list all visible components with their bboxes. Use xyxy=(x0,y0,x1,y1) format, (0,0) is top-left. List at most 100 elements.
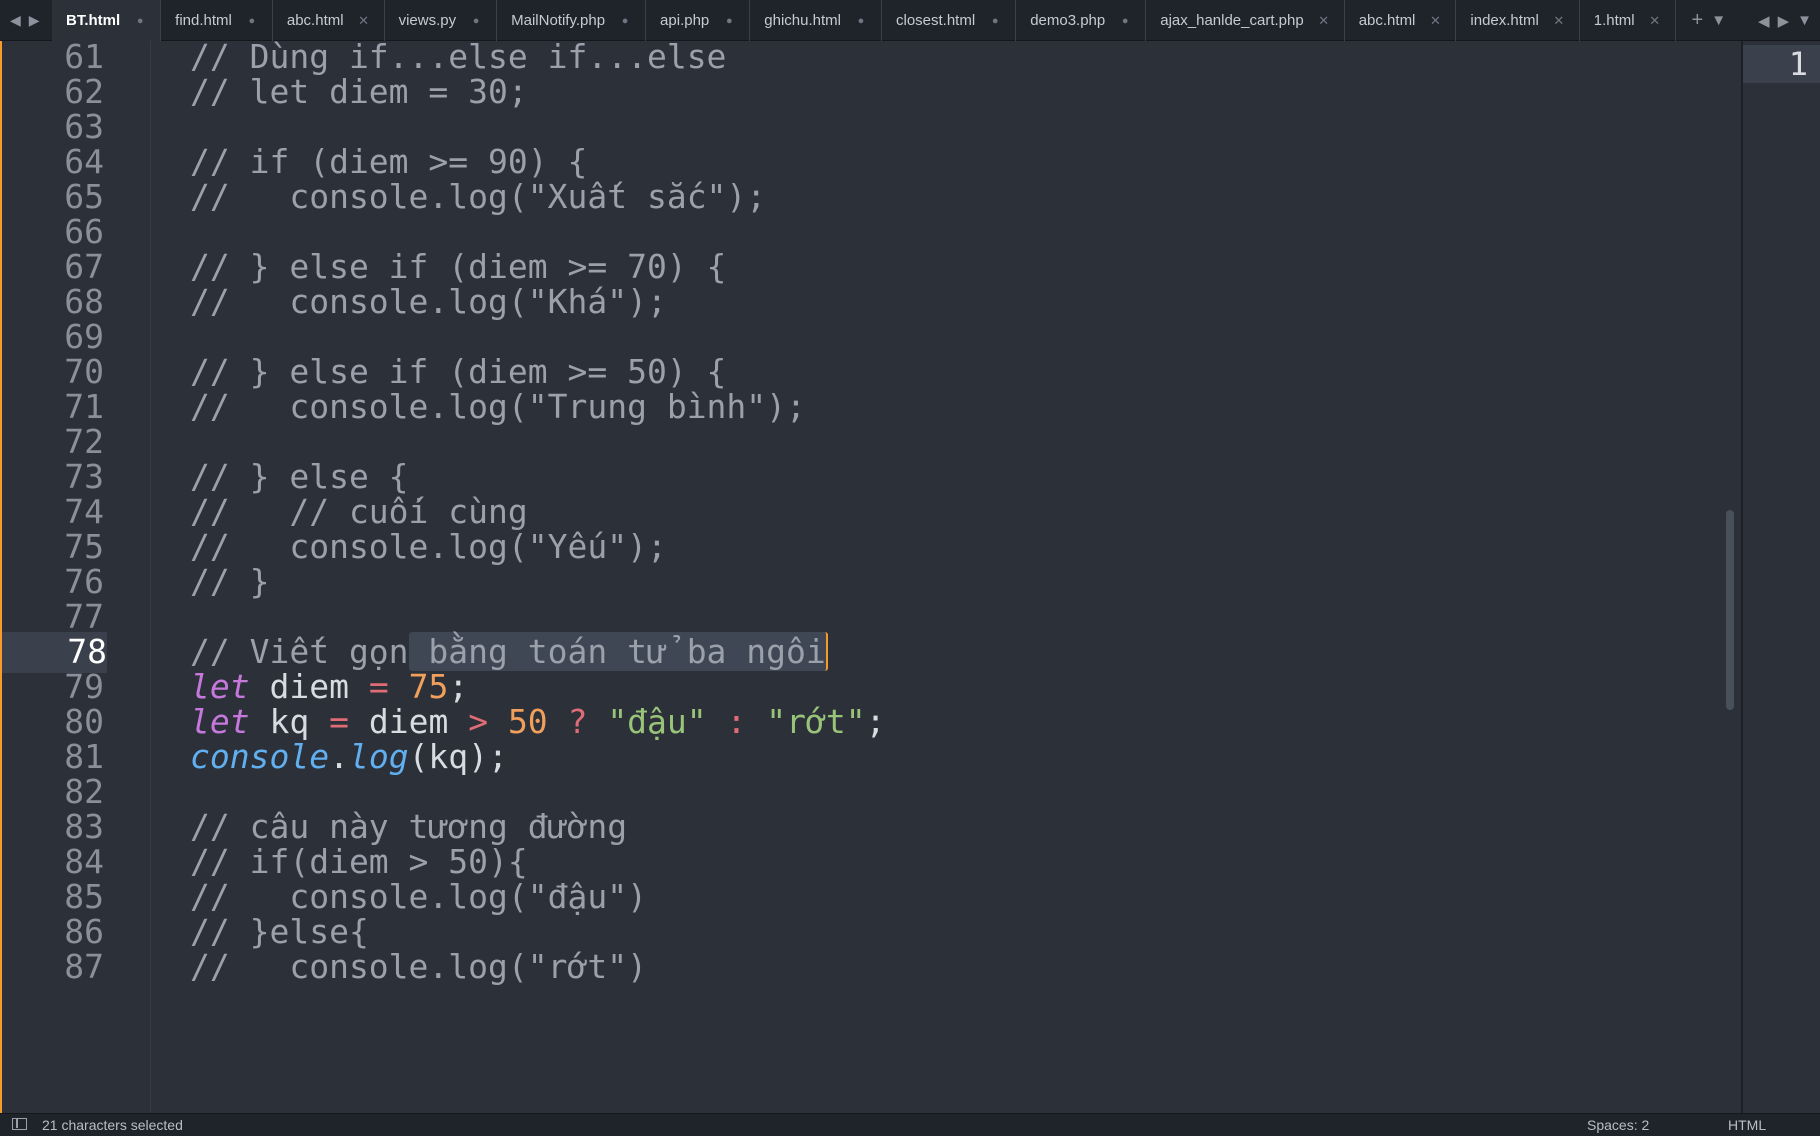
unsaved-dot-icon[interactable]: ● xyxy=(619,15,631,27)
tab-0[interactable]: BT.html ● xyxy=(52,0,162,41)
tab-label: abc.html xyxy=(1358,12,1416,29)
unsaved-dot-icon[interactable]: ● xyxy=(723,15,735,27)
tab-6[interactable]: ghichu.html ● xyxy=(750,0,882,41)
close-tab-icon[interactable]: ✕ xyxy=(1649,13,1661,29)
code-token: // if (diem >= 90) { xyxy=(190,142,588,181)
code-token: // if(diem > 50){ xyxy=(190,842,528,881)
scroll-tabs-left-icon[interactable]: ◀ xyxy=(1758,12,1770,30)
code-token: diem xyxy=(249,667,369,706)
code-token: // } else if (diem >= 50) { xyxy=(190,352,727,391)
tab-tools: + ▼ ◀ ▶ ▼ xyxy=(1692,0,1820,41)
close-tab-icon[interactable]: ✕ xyxy=(1429,13,1441,29)
unsaved-dot-icon[interactable]: ● xyxy=(246,15,258,27)
code-token: // console.log("Khá"); xyxy=(190,282,667,321)
tab-prev-icon[interactable]: ◀ xyxy=(10,12,21,29)
unsaved-dot-icon[interactable]: ● xyxy=(134,15,146,27)
code-token: = xyxy=(329,702,349,741)
code-token: 50 xyxy=(507,702,548,741)
code-token: ; xyxy=(865,702,886,741)
tab-label: BT.html xyxy=(66,12,121,29)
tab-7[interactable]: closest.html ● xyxy=(882,0,1017,41)
code-token: // console.log("đậu") xyxy=(190,877,647,916)
unsaved-dot-icon[interactable]: ● xyxy=(855,15,867,27)
code-token: : xyxy=(726,702,747,741)
tab-menu-icon[interactable]: ▼ xyxy=(1711,12,1726,29)
tab-label: 1.html xyxy=(1593,12,1635,29)
tab-bar: ◀ ▶ BT.html ● find.html ● abc.html ✕ views.py ●… xyxy=(0,0,1820,41)
tab-label: views.py xyxy=(398,12,457,29)
tab-label: abc.html xyxy=(286,12,344,29)
scroll-tabs-right-icon[interactable]: ▶ xyxy=(1778,12,1790,30)
tab-4[interactable]: MailNotify.php ● xyxy=(497,0,647,41)
code-token: // console.log("Yếu"); xyxy=(190,527,667,566)
minimap-line-number: 1 xyxy=(1788,45,1808,83)
close-tab-icon[interactable]: ✕ xyxy=(1318,13,1330,29)
code-token: // console.log("rớt") xyxy=(190,947,647,986)
code-token: "rớt" xyxy=(766,702,866,741)
code-token: // Dùng if...else if...else xyxy=(190,41,727,76)
code-line[interactable]: // console.log("rớt") xyxy=(190,947,647,988)
code-token: // let diem = 30; xyxy=(190,72,528,111)
tab-label: index.html xyxy=(1470,12,1539,29)
code-token: // console.log("Xuất sắc"); xyxy=(190,177,767,216)
unsaved-dot-icon[interactable]: ● xyxy=(470,15,482,27)
code-line[interactable]: // console.log("Xuất sắc"); xyxy=(190,177,766,218)
code-line[interactable]: // let diem = 30; xyxy=(190,72,528,113)
code-line[interactable]: console.log(kq); xyxy=(190,737,508,778)
tab-label: ghichu.html xyxy=(764,12,841,29)
tab-next-icon[interactable]: ▶ xyxy=(29,12,40,29)
code-token: // câu này tương đường xyxy=(190,807,628,846)
code-editor[interactable]: // Dùng if...else if...else// let diem =… xyxy=(152,41,1742,1113)
syntax-mode[interactable]: HTML xyxy=(1728,1117,1766,1133)
code-token: ? xyxy=(567,702,588,741)
code-line[interactable]: // console.log("Trung bình"); xyxy=(190,387,806,428)
vertical-scrollbar[interactable] xyxy=(1726,510,1734,710)
unsaved-dot-icon[interactable]: ● xyxy=(1119,15,1131,27)
toggle-panel-icon[interactable] xyxy=(12,1118,27,1130)
unsaved-dot-icon[interactable]: ● xyxy=(989,15,1001,27)
tab-1[interactable]: find.html ● xyxy=(161,0,273,41)
code-token: // Viết gọn xyxy=(190,632,409,671)
close-tab-icon[interactable]: ✕ xyxy=(1553,13,1565,29)
tab-label: find.html xyxy=(175,12,232,29)
new-tab-icon[interactable]: + xyxy=(1692,9,1704,32)
tab-label: closest.html xyxy=(895,12,976,29)
code-line[interactable]: // } xyxy=(190,562,269,603)
tab-9[interactable]: ajax_hanlde_cart.php ✕ xyxy=(1146,0,1345,41)
code-token: // }else{ xyxy=(190,912,369,951)
tab-label: api.php xyxy=(660,12,710,29)
tab-3[interactable]: views.py ● xyxy=(385,0,498,41)
code-token: // console.log("Trung bình"); xyxy=(190,387,806,426)
tab-11[interactable]: index.html ✕ xyxy=(1456,0,1580,41)
indentation-setting[interactable]: Spaces: 2 xyxy=(1587,1117,1649,1133)
tab-2[interactable]: abc.html ✕ xyxy=(273,0,385,41)
code-line[interactable]: // console.log("Khá"); xyxy=(190,282,667,323)
tab-8[interactable]: demo3.php ● xyxy=(1016,0,1147,41)
code-token: (kq); xyxy=(408,737,508,776)
code-token: = xyxy=(368,667,389,706)
code-token: console xyxy=(190,737,330,776)
selected-text: bằng toán tử ba ngôi xyxy=(408,632,828,671)
tab-overflow-icon[interactable]: ▼ xyxy=(1797,12,1812,29)
selection-status: 21 characters selected xyxy=(42,1117,183,1133)
code-token: diem xyxy=(348,702,469,741)
tab-label: demo3.php xyxy=(1030,12,1106,29)
code-token: log xyxy=(348,737,409,776)
line-number-gutter: 61 62 63 64 65 66 67 68 69 70 71 72 73 74 75 76 77 78 79 80… xyxy=(0,37,152,1113)
code-token: // } else if (diem >= 70) { xyxy=(190,247,727,286)
tab-label: MailNotify.php xyxy=(511,12,606,29)
tab-5[interactable]: api.php ● xyxy=(646,0,751,41)
tab-12[interactable]: 1.html ✕ xyxy=(1580,0,1676,41)
code-token: > xyxy=(468,702,489,741)
minimap-viewport[interactable] xyxy=(1743,45,1820,83)
code-token: // // cuối cùng xyxy=(190,492,528,531)
close-tab-icon[interactable]: ✕ xyxy=(358,13,370,29)
minimap[interactable]: 1 xyxy=(1743,41,1820,1113)
code-token: "đậu" xyxy=(607,702,707,741)
tab-10[interactable]: abc.html ✕ xyxy=(1345,0,1457,41)
